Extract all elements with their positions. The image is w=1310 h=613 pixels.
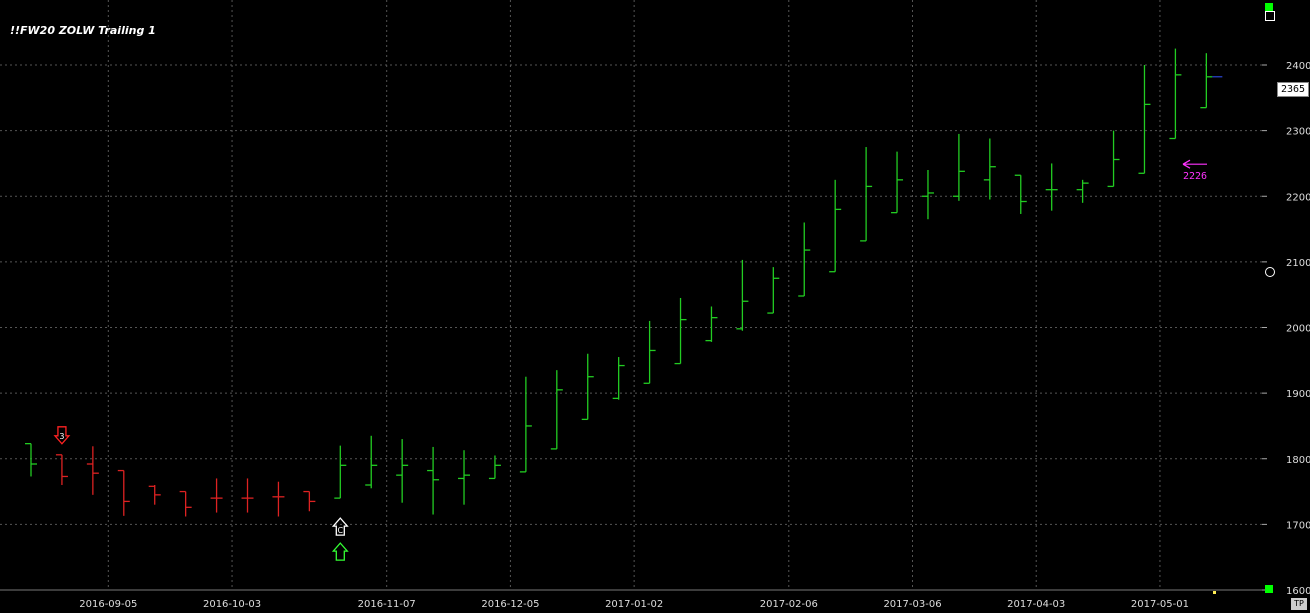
x-tick-label: 2016-09-05 bbox=[79, 599, 137, 610]
y-tick-label: 1700 bbox=[1286, 520, 1310, 531]
y-tick-label: 2100 bbox=[1286, 258, 1310, 269]
scroll-top-button[interactable] bbox=[1265, 11, 1275, 21]
chart-title: !!FW20 ZOLW Trailing 1 bbox=[10, 24, 156, 37]
y-tick-label: 2000 bbox=[1286, 324, 1310, 335]
x-tick-label: 2016-10-03 bbox=[203, 599, 261, 610]
y-tick-label: 1800 bbox=[1286, 455, 1310, 466]
x-tick-label: 2017-05-01 bbox=[1131, 599, 1189, 610]
tp-button[interactable]: TP bbox=[1291, 598, 1307, 610]
y-tick-label: 1600 bbox=[1286, 586, 1310, 597]
x-tick-label: 2017-04-03 bbox=[1007, 599, 1065, 610]
annotation-label: 2226 bbox=[1183, 171, 1207, 182]
y-tick-label: 1900 bbox=[1286, 389, 1310, 400]
marker-label: C bbox=[338, 526, 344, 535]
up-arrow-marker[interactable] bbox=[331, 542, 349, 561]
bottom-right-marker[interactable] bbox=[1265, 585, 1273, 593]
x-tick-label: 2017-03-06 bbox=[883, 599, 941, 610]
yellow-dot bbox=[1213, 591, 1216, 594]
x-tick-label: 2016-12-05 bbox=[481, 599, 539, 610]
last-price-label: 2365 bbox=[1277, 82, 1310, 97]
annotation-arrow bbox=[1182, 159, 1207, 169]
marker-label: 3 bbox=[59, 432, 64, 441]
y-tick-label: 2400 bbox=[1286, 61, 1310, 72]
x-tick-label: 2017-02-06 bbox=[760, 599, 818, 610]
top-right-marker[interactable] bbox=[1265, 3, 1273, 11]
y-tick-label: 2200 bbox=[1286, 192, 1310, 203]
x-tick-label: 2016-11-07 bbox=[358, 599, 416, 610]
scroll-mid-button[interactable] bbox=[1265, 267, 1275, 277]
y-tick-label: 2300 bbox=[1286, 127, 1310, 138]
x-tick-label: 2017-01-02 bbox=[605, 599, 663, 610]
ohlc-chart[interactable]: 1600 1700 1800 1900 2000 2100 2200 2300 2400 2016… bbox=[0, 0, 1310, 613]
